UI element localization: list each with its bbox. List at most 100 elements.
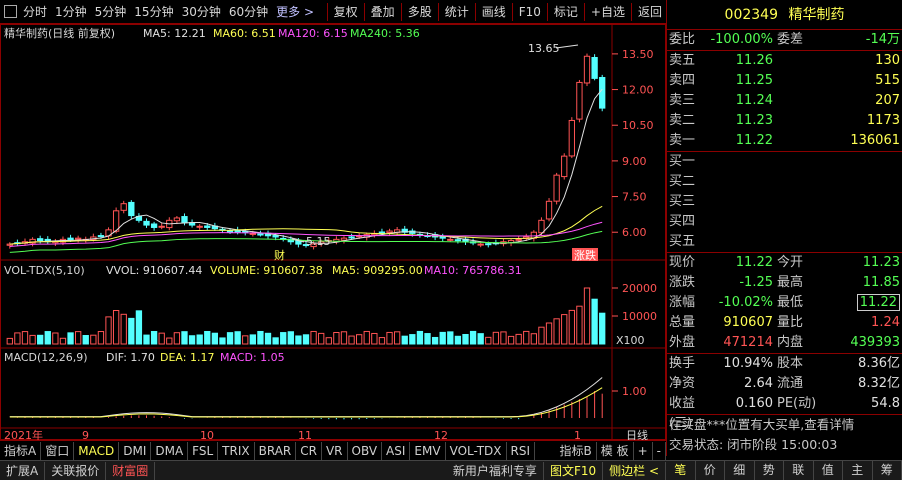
ask-row[interactable]: 卖五 11.26 130 xyxy=(667,51,902,71)
extend-a-button[interactable]: 扩展A xyxy=(0,461,46,480)
tab-lian[interactable]: 联 xyxy=(784,460,814,480)
period-tab-1min[interactable]: 1分钟 xyxy=(51,1,91,23)
tab-chou[interactable]: 筹 xyxy=(873,460,902,480)
volume-bar xyxy=(158,332,165,345)
indicator-tab-asi[interactable]: ASI xyxy=(382,441,411,460)
volume-label: VOLUME: 910607.38 xyxy=(210,264,323,277)
indicator-tab-dmi[interactable]: DMI xyxy=(119,441,152,460)
indicator-tab-rsi[interactable]: RSI xyxy=(507,441,536,460)
indicator-a-button[interactable]: 指标A xyxy=(0,441,42,460)
indicator-tab-vol-tdx[interactable]: VOL-TDX xyxy=(446,441,507,460)
bid-row[interactable]: 买五 xyxy=(667,232,902,252)
stat-label: PE(动) xyxy=(777,396,817,411)
ask-row[interactable]: 卖一 11.22 136061 xyxy=(667,131,902,151)
tab-zhi[interactable]: 值 xyxy=(814,460,843,480)
indicator-tab-trix[interactable]: TRIX xyxy=(218,441,255,460)
tab-xi[interactable]: 细 xyxy=(725,460,755,480)
f10-button[interactable]: F10 xyxy=(515,1,545,23)
big-order-notice[interactable]: 在买盘***位置有大买单,查看详情 xyxy=(669,415,854,435)
indicator-tab-fsl[interactable]: FSL xyxy=(188,441,219,460)
fuquan-button[interactable]: 复权 xyxy=(330,1,362,23)
more-periods-button[interactable]: 更多 > xyxy=(272,1,318,23)
tab-zhu[interactable]: 主 xyxy=(843,460,873,480)
candle-body xyxy=(378,231,386,234)
indicator-tab-window[interactable]: 窗口 xyxy=(41,441,75,460)
period-tab-15min[interactable]: 15分钟 xyxy=(130,1,177,23)
bid-row[interactable]: 买二 xyxy=(667,172,902,192)
toolbar-divider xyxy=(583,2,585,21)
period-tab-fenshi[interactable]: 分时 xyxy=(19,1,51,23)
toolbar-divider xyxy=(437,2,439,21)
stat-value: 8.36亿 xyxy=(858,356,900,371)
macd-title: MACD(12,26,9) xyxy=(4,351,88,364)
stat-label: 最高 xyxy=(777,275,804,290)
finance-marker[interactable]: 财 xyxy=(274,248,285,262)
candle-body xyxy=(477,243,484,246)
ask-label: 卖四 xyxy=(669,73,696,88)
volume-bar xyxy=(128,317,135,345)
kline-chart[interactable]: 精华制药(日线 前复权) MA5: 12.21 MA60: 6.51 MA120… xyxy=(0,24,666,442)
add-watchlist-button[interactable]: +自选 xyxy=(587,1,629,23)
indicator-tab-obv[interactable]: OBV xyxy=(348,441,383,460)
volume-bar xyxy=(386,331,393,345)
tab-jia[interactable]: 价 xyxy=(696,460,725,480)
ask-row[interactable]: 卖三 11.24 207 xyxy=(667,91,902,111)
back-button[interactable]: 返回 xyxy=(634,1,666,23)
related-quote-button[interactable]: 关联报价 xyxy=(45,461,107,480)
period-tab-60min[interactable]: 60分钟 xyxy=(225,1,272,23)
candle-body xyxy=(257,233,264,236)
toolbar-divider xyxy=(630,2,632,21)
volume-bar xyxy=(447,331,454,345)
period-tab-5min[interactable]: 5分钟 xyxy=(91,1,131,23)
volume-bar xyxy=(454,335,462,345)
indicator-tab-brar[interactable]: BRAR xyxy=(255,441,297,460)
chart-area[interactable]: 精华制药(日线 前复权) MA5: 12.21 MA60: 6.51 MA120… xyxy=(0,24,666,456)
indicator-b-button[interactable]: 指标B xyxy=(556,441,597,460)
volume-bar xyxy=(226,332,234,345)
stat-label: 涨跌 xyxy=(669,275,696,290)
volume-bar xyxy=(576,305,583,345)
period-label: 日线 xyxy=(626,428,648,440)
new-user-benefits-link[interactable]: 新用户福利专享 xyxy=(447,461,544,480)
draw-line-button[interactable]: 画线 xyxy=(478,1,510,23)
indicator-tab-vr[interactable]: VR xyxy=(322,441,348,460)
template-button[interactable]: 模 板 xyxy=(597,441,634,460)
limit-marker[interactable]: 涨跌 xyxy=(574,248,596,262)
weibi-row: 委比 -100.00% 委差 -14万 xyxy=(667,30,902,50)
volume-bar xyxy=(29,334,36,345)
tab-shi[interactable]: 势 xyxy=(755,460,784,480)
f10-graphic-button[interactable]: 图文F10 xyxy=(544,461,604,480)
ma120-label: MA120: 6.15 xyxy=(278,27,348,40)
stock-title: 002349 精华制药 xyxy=(667,0,902,30)
multi-stock-button[interactable]: 多股 xyxy=(404,1,436,23)
overlay-button[interactable]: 叠加 xyxy=(367,1,399,23)
sidebar-toggle-button[interactable]: 侧边栏 < xyxy=(603,461,666,480)
indicator-tab-macd[interactable]: MACD xyxy=(74,441,120,460)
notice-row[interactable]: 在买盘***位置有大买单,查看详情 xyxy=(667,415,902,435)
volume-bar xyxy=(242,335,249,345)
indicator-tab-dma[interactable]: DMA xyxy=(151,441,189,460)
bid-row[interactable]: 买一 xyxy=(667,152,902,172)
bid-row[interactable]: 买四 xyxy=(667,212,902,232)
period-tab-30min[interactable]: 30分钟 xyxy=(178,1,225,23)
wealth-circle-button[interactable]: 财富圈 xyxy=(106,461,156,480)
stat-value: 2.64 xyxy=(744,376,773,391)
candle-body xyxy=(553,174,560,202)
indicator-tab-cr[interactable]: CR xyxy=(296,441,322,460)
ask-row[interactable]: 卖二 11.23 1173 xyxy=(667,111,902,131)
ask-row[interactable]: 卖四 11.25 515 xyxy=(667,71,902,91)
zoom-in-button[interactable]: + xyxy=(634,441,653,460)
checkbox-icon[interactable] xyxy=(4,5,17,18)
statistics-button[interactable]: 统计 xyxy=(441,1,473,23)
bid-row[interactable]: 买三 xyxy=(667,192,902,212)
indicator-tab-emv[interactable]: EMV xyxy=(410,441,446,460)
volume-bar xyxy=(523,330,530,345)
mark-button[interactable]: 标记 xyxy=(550,1,582,23)
macd-value-label: MACD: 1.05 xyxy=(220,351,285,364)
xaxis-month-12: 12 xyxy=(434,429,448,440)
stat-row: 换手 10.94% 股本 8.36亿 xyxy=(667,354,902,374)
zoom-out-button[interactable]: - xyxy=(653,441,666,460)
stat-label: 股本 xyxy=(777,356,804,371)
tab-bi[interactable]: 笔 xyxy=(666,460,696,480)
ask-volume: 515 xyxy=(875,73,900,88)
